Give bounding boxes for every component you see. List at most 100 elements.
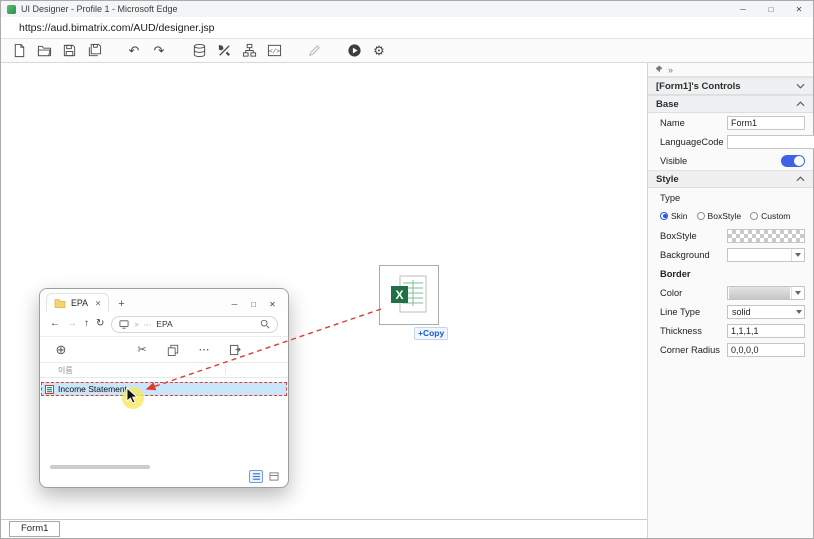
- epa-status-area: [40, 461, 288, 487]
- refresh-icon[interactable]: ↻: [96, 319, 104, 329]
- open-folder-icon[interactable]: [34, 41, 54, 61]
- border-color-picker[interactable]: [727, 286, 805, 300]
- field-visible: Visible: [648, 153, 813, 168]
- minimize-button[interactable]: ─: [729, 1, 757, 17]
- tab-form1[interactable]: Form1: [9, 521, 60, 537]
- controls-dropdown[interactable]: [Form1]'s Controls: [648, 77, 813, 95]
- breadcrumb-location[interactable]: EPA: [156, 319, 172, 329]
- epa-tab-label: EPA: [71, 298, 88, 308]
- epa-tab[interactable]: EPA ✕: [46, 293, 109, 312]
- epa-tab-bar: EPA ✕ + ─ □ ✕: [40, 289, 288, 312]
- tools-icon[interactable]: [214, 41, 234, 61]
- dataset-icon[interactable]: [189, 41, 209, 61]
- address-bar[interactable]: https://aud.bimatrix.com/AUD/designer.js…: [1, 17, 813, 39]
- new-document-icon[interactable]: [9, 41, 29, 61]
- epa-file-list: Income Statement: [40, 378, 288, 461]
- field-thickness: Thickness: [648, 323, 813, 338]
- sitemap-icon[interactable]: [239, 41, 259, 61]
- new-tab-icon[interactable]: +: [118, 298, 124, 310]
- dropdown-caret-icon: [795, 253, 801, 257]
- list-view-icon[interactable]: [249, 470, 263, 483]
- breadcrumb-ellipsis[interactable]: ⋯: [144, 320, 152, 329]
- name-input[interactable]: [727, 116, 805, 130]
- controls-dropdown-label: [Form1]'s Controls: [656, 81, 741, 92]
- field-border-color: Color: [648, 285, 813, 300]
- border-color-label: Color: [660, 288, 682, 298]
- list-item-income-statement[interactable]: Income Statement: [41, 382, 287, 396]
- svg-text:</>: </>: [269, 48, 280, 55]
- name-label: Name: [660, 118, 685, 128]
- type-label: Type: [660, 193, 680, 203]
- section-style-label: Style: [656, 174, 679, 185]
- field-name: Name: [648, 115, 813, 130]
- add-icon[interactable]: ⊕: [52, 341, 70, 359]
- thickness-input[interactable]: [727, 324, 805, 338]
- paste-icon[interactable]: [226, 341, 244, 359]
- undo-icon[interactable]: ↶: [124, 41, 144, 61]
- boxstyle-swatch[interactable]: [727, 229, 805, 243]
- line-type-select[interactable]: solid: [727, 305, 805, 319]
- boxstyle-label: BoxStyle: [660, 231, 697, 241]
- field-line-type: Line Type solid: [648, 304, 813, 319]
- radio-boxstyle[interactable]: BoxStyle: [697, 211, 742, 221]
- background-picker[interactable]: [727, 248, 805, 262]
- breadcrumb-separator: >: [134, 320, 138, 329]
- designer-toolbar: ↶ ↷ </> ⚙: [1, 39, 813, 63]
- edit-icon[interactable]: [304, 41, 324, 61]
- settings-icon[interactable]: ⚙: [369, 41, 389, 61]
- epa-minimize-button[interactable]: ─: [225, 300, 244, 309]
- forward-icon[interactable]: →: [67, 319, 77, 329]
- field-boxstyle: BoxStyle: [648, 228, 813, 243]
- back-icon[interactable]: ←: [50, 319, 60, 329]
- section-base[interactable]: Base: [648, 95, 813, 113]
- collapse-panel-icon[interactable]: »: [668, 65, 673, 75]
- svg-text:X: X: [395, 288, 403, 302]
- group-border: Border: [648, 266, 813, 281]
- field-background: Background: [648, 247, 813, 262]
- languagecode-input[interactable]: [727, 135, 814, 149]
- radio-custom[interactable]: Custom: [750, 211, 790, 221]
- column-header-name[interactable]: 이름: [40, 363, 288, 378]
- details-view-icon[interactable]: [267, 470, 281, 483]
- chevron-up-icon: [796, 176, 805, 182]
- visible-toggle[interactable]: [781, 155, 805, 167]
- breadcrumb[interactable]: > ⋯ EPA: [111, 316, 278, 333]
- field-corner-radius: Corner Radius: [648, 342, 813, 357]
- tab-close-icon[interactable]: ✕: [95, 299, 101, 308]
- up-icon[interactable]: ↑: [84, 319, 89, 329]
- section-style[interactable]: Style: [648, 170, 813, 188]
- save-all-icon[interactable]: [84, 41, 104, 61]
- chevron-down-icon: [796, 83, 805, 89]
- maximize-button[interactable]: □: [757, 1, 785, 17]
- copy-icon[interactable]: [164, 341, 182, 359]
- epa-toolbar: ⊕ ✂ ⋯: [40, 337, 288, 363]
- form-tab-strip: Form1: [1, 519, 647, 538]
- chevron-up-icon: [796, 101, 805, 107]
- cut-icon[interactable]: ✂: [133, 341, 151, 359]
- languagecode-label: LanguageCode: [660, 137, 724, 147]
- section-base-label: Base: [656, 99, 679, 110]
- corner-radius-input[interactable]: [727, 343, 805, 357]
- horizontal-scrollbar[interactable]: [50, 465, 150, 469]
- run-icon[interactable]: [344, 41, 364, 61]
- epa-maximize-button[interactable]: □: [244, 300, 263, 309]
- script-icon[interactable]: </>: [264, 41, 284, 61]
- visible-label: Visible: [660, 156, 687, 166]
- url-text[interactable]: https://aud.bimatrix.com/AUD/designer.js…: [19, 22, 215, 34]
- pin-icon[interactable]: [654, 65, 663, 74]
- radio-skin[interactable]: Skin: [660, 211, 688, 221]
- panel-mini-header: »: [648, 63, 813, 77]
- more-icon[interactable]: ⋯: [195, 341, 213, 359]
- search-icon[interactable]: [260, 319, 270, 329]
- edge-window: UI Designer - Profile 1 - Microsoft Edge…: [0, 0, 814, 539]
- design-canvas[interactable]: X +Copy EPA ✕ +: [1, 63, 647, 519]
- field-languagecode: LanguageCode ...: [648, 134, 813, 149]
- save-icon[interactable]: [59, 41, 79, 61]
- epa-close-button[interactable]: ✕: [263, 300, 282, 309]
- redo-icon[interactable]: ↷: [149, 41, 169, 61]
- copy-drag-badge: +Copy: [414, 327, 448, 340]
- dropdown-caret-icon: [795, 291, 801, 295]
- background-label: Background: [660, 250, 710, 260]
- border-group-label: Border: [660, 269, 690, 279]
- close-button[interactable]: ✕: [785, 1, 813, 17]
